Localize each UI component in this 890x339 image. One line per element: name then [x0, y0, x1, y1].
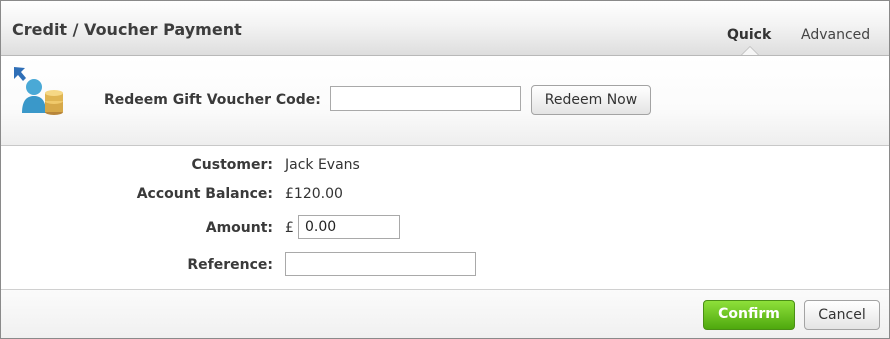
- tab-advanced[interactable]: Advanced: [801, 27, 870, 43]
- customer-label: Customer:: [191, 157, 273, 173]
- voucher-section: Redeem Gift Voucher Code: Redeem Now: [1, 56, 889, 146]
- voucher-code-label: Redeem Gift Voucher Code:: [104, 92, 321, 108]
- currency-symbol: £: [285, 220, 294, 236]
- reference-label: Reference:: [187, 257, 273, 273]
- tab-quick[interactable]: Quick: [727, 27, 771, 43]
- voucher-code-input[interactable]: [330, 86, 521, 111]
- credit-voucher-payment-dialog: Credit / Voucher Payment Quick Advanced …: [0, 0, 890, 339]
- confirm-button[interactable]: Confirm: [703, 300, 795, 330]
- account-balance-label: Account Balance:: [136, 186, 273, 202]
- amount-input[interactable]: [298, 215, 400, 239]
- customer-coins-icon: [14, 67, 63, 115]
- customer-value: Jack Evans: [285, 157, 360, 173]
- reference-input[interactable]: [285, 252, 476, 276]
- dialog-footer: Confirm Cancel: [1, 289, 889, 338]
- redeem-now-button[interactable]: Redeem Now: [531, 85, 651, 115]
- cancel-button[interactable]: Cancel: [804, 300, 880, 330]
- dialog-title: Credit / Voucher Payment: [12, 20, 242, 39]
- dialog-header: Credit / Voucher Payment Quick Advanced: [1, 1, 889, 56]
- account-balance-value: £120.00: [285, 186, 343, 202]
- amount-label: Amount:: [205, 220, 273, 236]
- active-tab-indicator: [742, 47, 758, 55]
